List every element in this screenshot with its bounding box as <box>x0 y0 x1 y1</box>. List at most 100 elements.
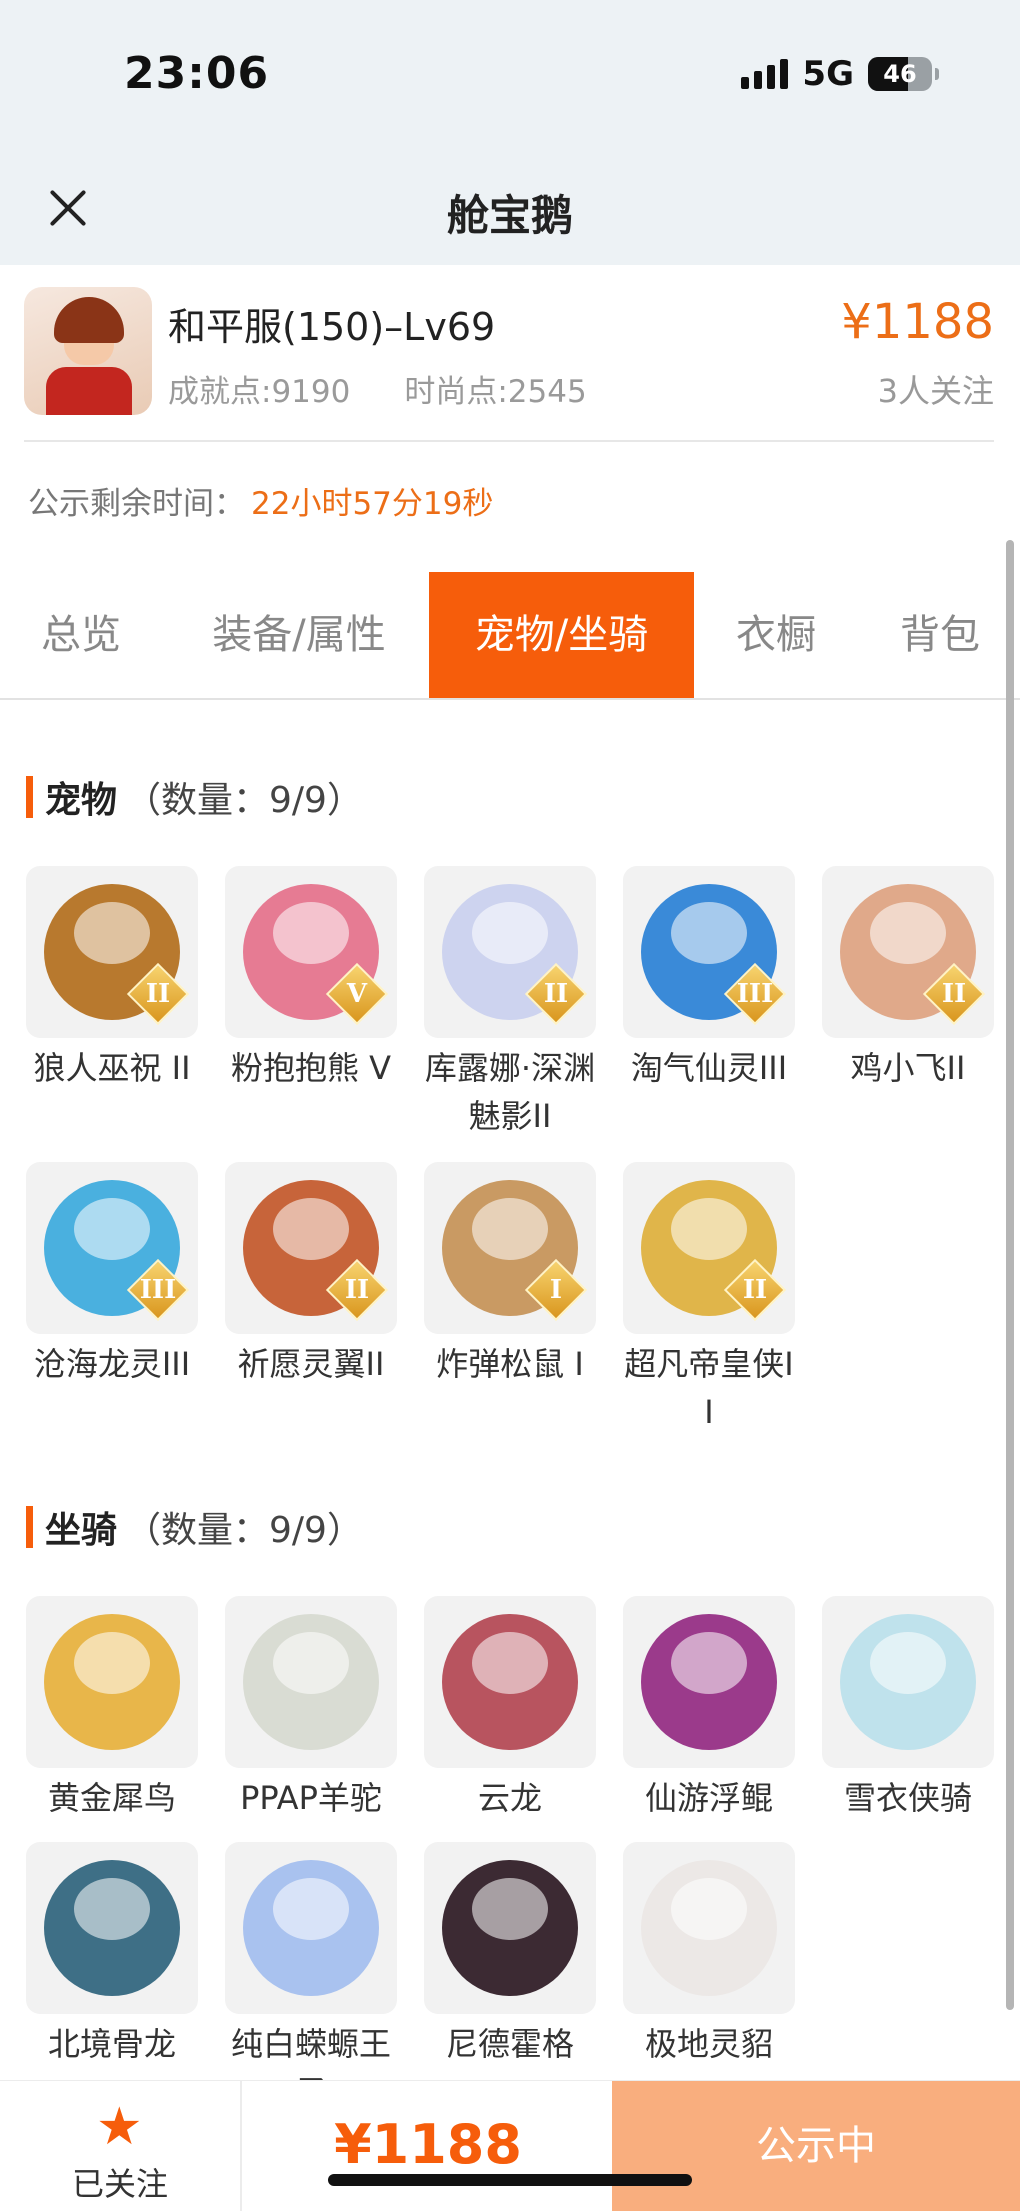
status-time: 23:06 <box>124 48 270 99</box>
battery-level: 46 <box>883 60 917 88</box>
pet-item-image: III <box>26 1162 198 1334</box>
fashion-points: 时尚点:2545 <box>404 374 587 410</box>
pet-item-image: II <box>225 1162 397 1334</box>
follow-label: 已关注 <box>71 2165 168 2203</box>
mount-item-image <box>623 1596 795 1768</box>
pet-item[interactable]: II 库露娜·深渊魅影II <box>424 866 596 1140</box>
star-icon: ★ <box>96 2097 143 2157</box>
pet-item[interactable]: I 炸弹松鼠 I <box>424 1162 596 1388</box>
network-type: 5G <box>802 54 854 94</box>
scrollbar[interactable] <box>1006 540 1014 2010</box>
top-bar: 23:06 5G 46 舱宝鹅 <box>0 0 1020 265</box>
mount-item-name: 尼德霍格 <box>445 2025 574 2063</box>
pet-item-name: 炸弹松鼠 I <box>436 1345 584 1383</box>
mount-item[interactable]: 仙游浮鲲 <box>623 1596 795 1822</box>
mount-item-name: 仙游浮鲲 <box>644 1779 773 1817</box>
pet-item-name: 狼人巫祝 II <box>33 1049 191 1087</box>
pet-item-name: 鸡小飞II <box>850 1049 966 1087</box>
mount-item[interactable]: 北境骨龙 <box>26 1842 198 2068</box>
pet-item-name: 沧海龙灵III <box>33 1345 191 1383</box>
rank-badge-label: I <box>549 1275 563 1305</box>
tab-overview[interactable]: 总览 <box>0 572 162 698</box>
tab-bag[interactable]: 背包 <box>866 572 1014 698</box>
rank-badge-label: V <box>346 979 368 1009</box>
bottom-bar: ★ 已关注 ¥1188 公示中 <box>0 2080 1020 2211</box>
rank-badge-label: II <box>543 979 569 1009</box>
pet-item-name: 库露娜·深渊魅影II <box>424 1049 596 1135</box>
mount-item[interactable]: PPAP羊驼 <box>225 1596 397 1822</box>
mount-item[interactable]: 极地灵貂 <box>623 1842 795 2068</box>
mount-item-image <box>424 1596 596 1768</box>
mount-item[interactable]: 尼德霍格 <box>424 1842 596 2068</box>
bottom-price: ¥1188 <box>334 2113 522 2176</box>
achievement-points: 成就点:9190 <box>168 374 351 410</box>
battery-icon: 46 <box>868 57 939 91</box>
pet-item-name: 祈愿灵翼II <box>237 1345 385 1383</box>
mount-item-name: 雪衣侠骑 <box>843 1779 972 1817</box>
divider <box>24 440 994 442</box>
mount-item-name: 云龙 <box>477 1779 542 1817</box>
mount-item-image <box>822 1596 994 1768</box>
mount-item-image <box>225 1596 397 1768</box>
tab-equipment[interactable]: 装备/属性 <box>176 572 422 698</box>
tab-wardrobe[interactable]: 衣橱 <box>702 572 850 698</box>
pets-section-title: 宠物 （数量：9/9） <box>26 774 363 821</box>
status-button[interactable]: 公示中 <box>612 2081 1020 2211</box>
mounts-label: 坐骑 <box>45 1510 118 1551</box>
price: ¥1188 <box>841 294 994 350</box>
follower-count: 3人关注 <box>877 372 994 410</box>
mount-item-image <box>623 1842 795 2014</box>
pet-item[interactable]: V 粉抱抱熊 V <box>225 866 397 1092</box>
pet-item[interactable]: II 超凡帝皇侠II <box>623 1162 795 1436</box>
mount-item-name: 黄金犀鸟 <box>47 1779 176 1817</box>
mount-item-name: 北境骨龙 <box>47 2025 176 2063</box>
pet-item-image: II <box>26 866 198 1038</box>
mount-item[interactable]: 纯白蝾螈王子 <box>225 1842 397 2116</box>
countdown: 公示剩余时间： 22小时57分19秒 <box>28 478 493 523</box>
pet-item-image: V <box>225 866 397 1038</box>
pet-item[interactable]: III 沧海龙灵III <box>26 1162 198 1388</box>
pet-item[interactable]: III 淘气仙灵III <box>623 866 795 1092</box>
stats-row: 成就点:9190 时尚点:2545 <box>168 366 587 411</box>
rank-badge-label: III <box>736 979 774 1009</box>
mount-item-name: PPAP羊驼 <box>240 1779 382 1817</box>
mount-item[interactable]: 云龙 <box>424 1596 596 1822</box>
page-title: 舱宝鹅 <box>446 191 573 240</box>
pet-item[interactable]: II 祈愿灵翼II <box>225 1162 397 1388</box>
home-indicator <box>328 2174 692 2186</box>
pet-item-name: 粉抱抱熊 V <box>230 1049 392 1087</box>
mount-item[interactable]: 黄金犀鸟 <box>26 1596 198 1822</box>
mount-item-image <box>225 1842 397 2014</box>
mount-item-image <box>424 1842 596 2014</box>
follow-button[interactable]: ★ 已关注 <box>0 2081 242 2211</box>
signal-icon <box>741 59 789 89</box>
rank-badge-label: III <box>139 1275 177 1305</box>
rank-badge-label: II <box>344 1275 370 1305</box>
pet-item-image: II <box>623 1162 795 1334</box>
server-level: 和平服(150)–Lv69 <box>168 305 496 349</box>
status-indicators: 5G 46 <box>741 54 939 94</box>
mounts-count: （数量：9/9） <box>125 1510 363 1551</box>
mount-item-name: 极地灵貂 <box>644 2025 773 2063</box>
countdown-label: 公示剩余时间： <box>28 486 245 522</box>
rank-badge-label: II <box>145 979 171 1009</box>
mount-item-image <box>26 1842 198 2014</box>
mount-item-image <box>26 1596 198 1768</box>
pet-item[interactable]: II 鸡小飞II <box>822 866 994 1092</box>
pet-item[interactable]: II 狼人巫祝 II <box>26 866 198 1092</box>
pet-item-image: II <box>424 866 596 1038</box>
countdown-value: 22小时57分19秒 <box>251 486 494 522</box>
mount-item[interactable]: 雪衣侠骑 <box>822 1596 994 1822</box>
avatar <box>24 287 152 415</box>
pet-item-name: 淘气仙灵III <box>630 1049 788 1087</box>
pet-item-image: I <box>424 1162 596 1334</box>
pet-item-name: 超凡帝皇侠II <box>624 1345 794 1431</box>
rank-badge-label: II <box>742 1275 768 1305</box>
tab-bar: 总览 装备/属性 宠物/坐骑 衣橱 背包 <box>0 572 1020 700</box>
mounts-grid: 黄金犀鸟PPAP羊驼云龙仙游浮鲲雪衣侠骑北境骨龙纯白蝾螈王子尼德霍格极地灵貂 <box>26 1596 996 2111</box>
mounts-section-title: 坐骑 （数量：9/9） <box>26 1504 363 1551</box>
tab-pets-mounts[interactable]: 宠物/坐骑 <box>429 572 694 698</box>
pets-count: （数量：9/9） <box>125 780 363 821</box>
pet-item-image: II <box>822 866 994 1038</box>
rank-badge-label: II <box>941 979 967 1009</box>
